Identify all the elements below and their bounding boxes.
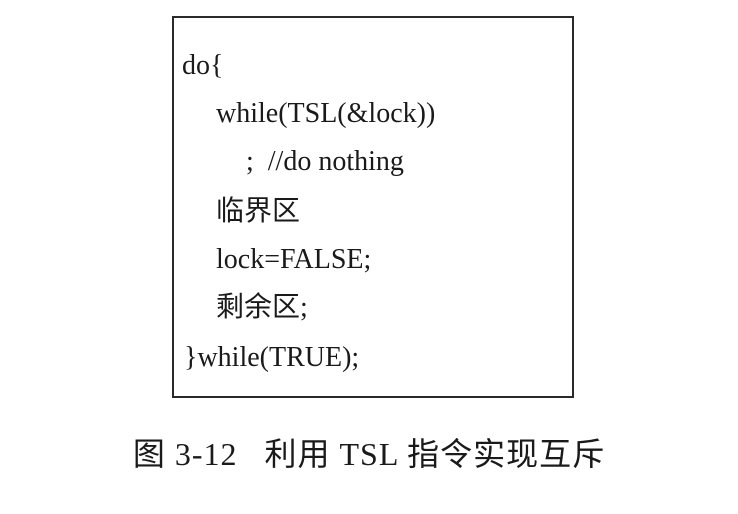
code-line-do-nothing: ; //do nothing: [246, 146, 404, 177]
code-line-critical-section: 临界区: [216, 196, 301, 227]
figure-caption: 图 3-12 利用 TSL 指令实现互斥: [132, 436, 606, 472]
code-line-remainder-section: 剩余区;: [216, 292, 308, 323]
code-line-do: do{: [182, 50, 224, 81]
code-line-lock-false: lock=FALSE;: [216, 244, 372, 275]
code-line-while-tsl: while(TSL(&lock)): [216, 98, 436, 129]
code-line-while-true: }while(TRUE);: [184, 342, 360, 373]
code-listing-box: do{ while(TSL(&lock)) ; //do nothing 临界区…: [172, 16, 574, 398]
